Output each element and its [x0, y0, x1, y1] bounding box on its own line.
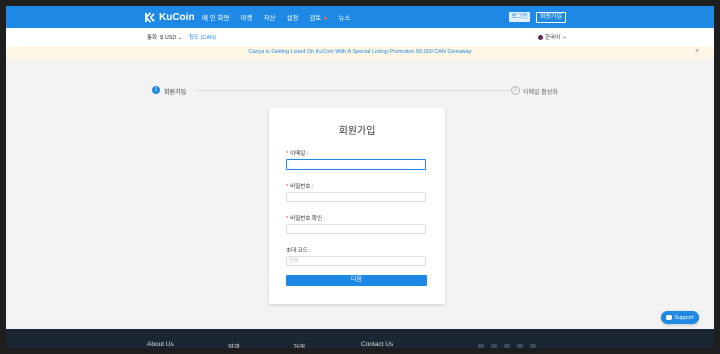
support-label: Support [674, 314, 694, 321]
step-2-label: 이메일 활성화 [523, 90, 558, 96]
nav-market[interactable]: 마켓 [241, 12, 253, 22]
announcement-banner: Canya is Getting Listed On KuCoin With A… [6, 46, 714, 59]
currency-value: $ USD [160, 35, 177, 41]
signup-button[interactable]: 회원가입 [536, 12, 566, 23]
footer-about-us[interactable]: About Us [147, 341, 174, 348]
currency-selector[interactable]: 통화 $ USD ⌄ [147, 33, 182, 41]
logo-text: KuCoin [159, 11, 195, 23]
nav-review[interactable]: 검토 ● [309, 12, 327, 22]
kucoin-logo[interactable]: KuCoin [145, 11, 195, 23]
email-label-text: 이메일 : [290, 151, 309, 157]
password-label: * 비밀번호 : [286, 182, 313, 190]
twitter-icon[interactable] [530, 344, 536, 348]
chevron-down-icon: ⌄ [562, 34, 567, 40]
nav-review-label: 검토 [309, 15, 322, 22]
password-field[interactable] [286, 192, 426, 202]
next-button[interactable]: 다음 [286, 275, 427, 286]
form-title: 회원가입 [338, 126, 376, 137]
top-navbar: KuCoin 메 인 화면 마켓 자산 설정 검토 ● 뉴스 로그인 회원가입 [6, 6, 714, 28]
main-nav: 메 인 화면 마켓 자산 설정 검토 ● 뉴스 [202, 6, 350, 28]
signup-steps: 1 회원가입 2 이메일 활성화 [152, 85, 576, 97]
fire-icon: ● [323, 15, 328, 22]
social-icon[interactable] [491, 344, 497, 348]
footer: About Us 약관 거래 Contact Us [6, 329, 714, 348]
nav-settings[interactable]: 설정 [286, 12, 298, 22]
footer-contact-us[interactable]: Contact Us [361, 341, 393, 348]
footer-trade[interactable]: 거래 [293, 341, 305, 348]
currency-label: 통화 [147, 35, 158, 41]
password-label-text: 비밀번호 : [290, 184, 314, 190]
invite-code-field[interactable]: 선택 [286, 256, 426, 266]
step-divider [196, 90, 511, 91]
required-mark: * [286, 216, 289, 222]
footer-terms[interactable]: 약관 [228, 341, 240, 348]
required-mark: * [286, 151, 289, 157]
support-button[interactable]: Support [661, 311, 699, 324]
close-icon[interactable]: × [695, 48, 699, 55]
required-mark: * [286, 184, 289, 190]
step-1-label: 회원가입 [164, 90, 187, 96]
social-icon[interactable] [478, 344, 484, 348]
confirm-password-field[interactable] [286, 224, 426, 234]
login-button[interactable]: 로그인 [509, 12, 530, 22]
korea-flag-icon [538, 34, 543, 40]
nav-assets[interactable]: 자산 [264, 12, 276, 22]
social-icon[interactable] [517, 344, 523, 348]
social-icons [478, 344, 536, 348]
step-2-number: 2 [511, 86, 520, 95]
confirm-password-label-text: 비밀번호 확인 : [290, 216, 326, 222]
sub-bar: 통화 $ USD ⌄ 창도 (CAN) 한국어 ⌄ [6, 28, 714, 47]
email-field[interactable] [286, 159, 426, 170]
social-icon[interactable] [504, 344, 510, 348]
chat-icon [666, 315, 673, 320]
language-label: 한국어 [545, 35, 561, 41]
kucoin-logo-icon [145, 11, 155, 23]
language-selector[interactable]: 한국어 ⌄ [538, 33, 567, 41]
promo-link[interactable]: 창도 (CAN) [189, 33, 216, 41]
browser-viewport: KuCoin 메 인 화면 마켓 자산 설정 검토 ● 뉴스 로그인 회원가입 통… [6, 6, 714, 348]
step-1-number: 1 [152, 86, 160, 94]
invite-code-label: 초대 코드 : [286, 248, 311, 254]
signup-form-card: 회원가입 * 이메일 : * 비밀번호 : * 비밀번호 확인 : 초대 코드 : 선… [269, 108, 445, 304]
email-label: * 이메일 : [286, 149, 308, 157]
nav-home[interactable]: 메 인 화면 [202, 12, 230, 22]
confirm-password-label: * 비밀번호 확인 : [286, 214, 325, 222]
nav-news[interactable]: 뉴스 [338, 12, 350, 22]
announcement-link[interactable]: Canya is Getting Listed On KuCoin With A… [6, 49, 714, 55]
chevron-down-icon: ⌄ [177, 35, 183, 41]
